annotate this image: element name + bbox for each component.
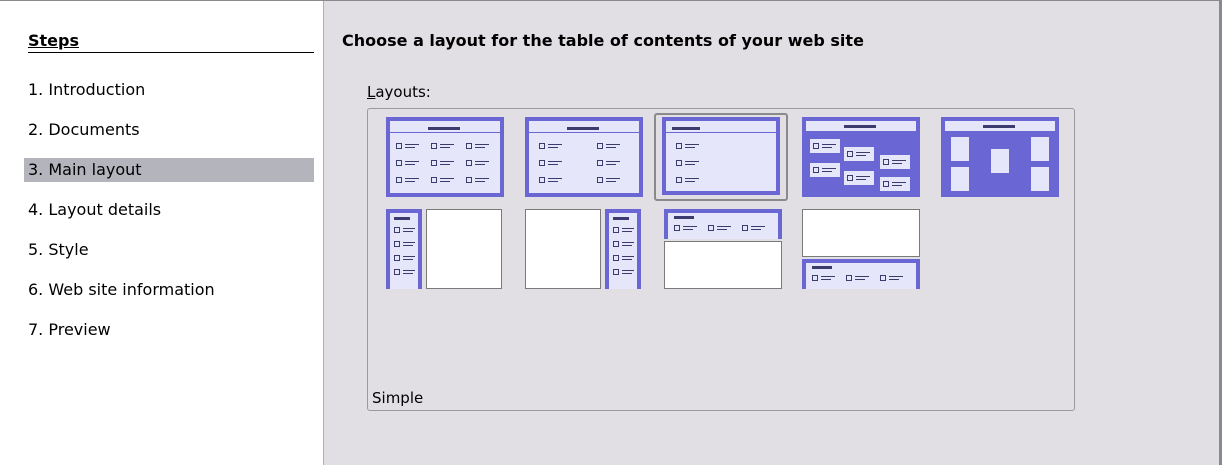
step-preview[interactable]: 7. Preview [24,318,314,342]
doc-entry-icon [466,141,492,151]
frame-content [426,209,502,289]
doc-entry-icon [674,223,700,233]
doc-entry-icon [597,175,623,185]
frame-sidebar [605,209,641,289]
doc-entry-icon [676,141,702,151]
layout-table-staggered[interactable] [802,117,920,197]
doc-entry-icon [847,149,873,159]
doc-entry-icon [539,158,565,168]
layout-frameset-right[interactable] [525,209,643,289]
tile-header-line [567,127,599,130]
tile-card [1031,137,1049,161]
doc-entry-icon [613,253,639,263]
tile-header-line [672,127,700,130]
page-title: Choose a layout for the table of content… [342,31,864,50]
wizard-frame: Steps 1. Introduction 2. Documents 3. Ma… [0,0,1222,465]
steps-title: Steps [28,31,314,53]
frame-sidebar [386,209,422,289]
doc-entry-icon [396,175,422,185]
layout-frameset-left[interactable] [386,209,504,289]
tile-header-line [844,125,876,128]
doc-entry-icon [847,173,873,183]
frame-content [525,209,601,289]
doc-entry-icon [846,273,872,283]
doc-entry-icon [813,141,839,151]
frame-bottombar [802,259,920,289]
step-introduction[interactable]: 1. Introduction [24,78,314,102]
steps-panel: Steps 1. Introduction 2. Documents 3. Ma… [6,1,324,465]
tile-header-line [613,217,629,220]
doc-entry-icon [883,179,909,189]
main-panel: Choose a layout for the table of content… [324,1,1219,465]
doc-entry-icon [431,158,457,168]
doc-entry-icon [742,223,768,233]
step-documents[interactable]: 2. Documents [24,118,314,142]
doc-entry-icon [539,141,565,151]
step-web-site-information[interactable]: 6. Web site information [24,278,314,302]
layout-frameset-top[interactable] [664,209,782,289]
frame-topbar [664,209,782,239]
doc-entry-icon [394,239,420,249]
selected-layout-caption: Simple [372,389,424,407]
tile-card [991,149,1009,173]
frame-content [802,209,920,257]
doc-entry-icon [597,141,623,151]
doc-entry-icon [396,141,422,151]
doc-entry-icon [394,253,420,263]
layouts-label-text: ayouts: [375,83,431,101]
step-style[interactable]: 5. Style [24,238,314,262]
step-layout-details[interactable]: 4. Layout details [24,198,314,222]
doc-entry-icon [708,223,734,233]
doc-entry-icon [396,158,422,168]
doc-entry-icon [539,175,565,185]
tile-divider [390,132,500,133]
tile-card [1031,167,1049,191]
layout-frameset-bottom[interactable] [802,209,920,289]
doc-entry-icon [466,158,492,168]
doc-entry-icon [613,267,639,277]
tile-card [951,137,969,161]
doc-entry-icon [394,225,420,235]
layouts-label: Layouts: [367,83,431,101]
doc-entry-icon [394,267,420,277]
tile-divider [529,132,639,133]
doc-entry-icon [466,175,492,185]
tile-divider [666,132,776,133]
doc-entry-icon [613,225,639,235]
doc-entry-icon [597,158,623,168]
tile-header-line [394,217,410,220]
frame-content [664,241,782,289]
doc-entry-icon [676,158,702,168]
layout-table-vertical-cards[interactable] [941,117,1059,197]
doc-entry-icon [813,165,839,175]
tile-header-line [674,216,694,219]
doc-entry-icon [431,141,457,151]
layout-simple-selected[interactable] [654,113,788,201]
tile-header-line [983,125,1015,128]
doc-entry-icon [431,175,457,185]
doc-entry-icon [812,273,838,283]
step-main-layout[interactable]: 3. Main layout [24,158,314,182]
doc-entry-icon [880,273,906,283]
tile-header-line [812,266,832,269]
layout-simple-thumbnail [662,117,780,195]
doc-entry-icon [613,239,639,249]
tile-header-line [428,127,460,130]
layout-table-3-columns[interactable] [386,117,504,197]
tile-card [951,167,969,191]
doc-entry-icon [676,175,702,185]
layout-table-2-columns[interactable] [525,117,643,197]
layouts-gallery: Simple [367,108,1075,411]
doc-entry-icon [883,157,909,167]
